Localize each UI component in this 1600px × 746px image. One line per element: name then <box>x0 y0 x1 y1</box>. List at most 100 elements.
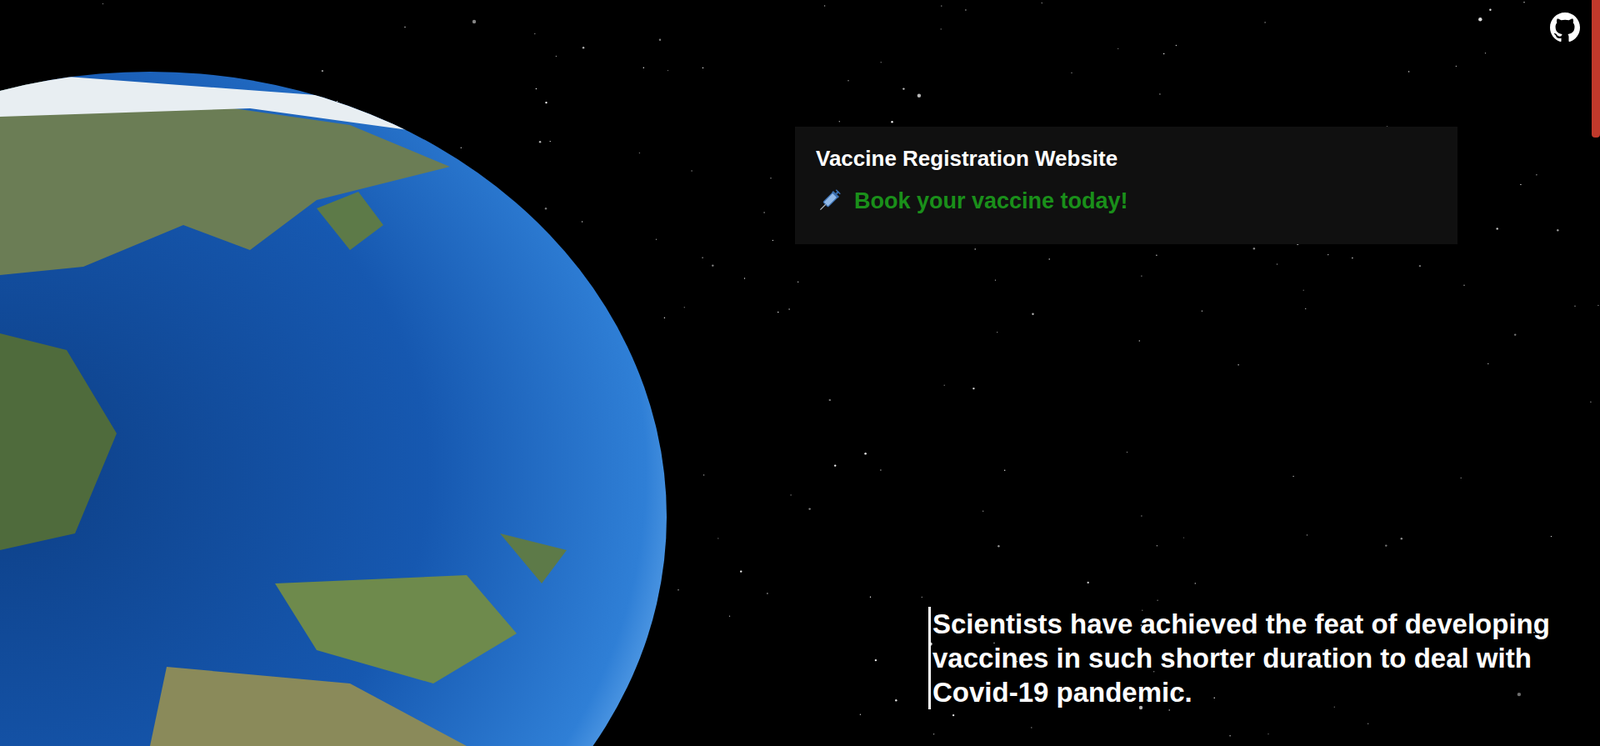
star <box>1264 21 1265 23</box>
star <box>1070 72 1072 74</box>
star <box>1489 9 1491 11</box>
tagline-box: Scientists have achieved the feat of dev… <box>928 606 1562 710</box>
star <box>1267 733 1269 735</box>
star <box>860 714 861 715</box>
star <box>1514 333 1516 335</box>
star <box>534 33 535 35</box>
star <box>460 147 462 149</box>
star <box>1140 515 1142 516</box>
star <box>535 88 537 90</box>
star <box>550 140 551 142</box>
star <box>1306 534 1308 535</box>
star <box>1535 174 1537 175</box>
star <box>1155 255 1157 256</box>
star <box>639 152 640 154</box>
star <box>772 240 774 241</box>
star <box>581 220 583 222</box>
star <box>1463 285 1465 286</box>
star <box>917 94 921 98</box>
star <box>875 659 877 661</box>
star <box>1351 257 1353 259</box>
star <box>1195 582 1196 584</box>
star <box>1408 70 1410 72</box>
star <box>404 26 405 28</box>
star <box>1455 65 1457 67</box>
star <box>1201 310 1203 311</box>
star <box>972 387 975 390</box>
star <box>1169 709 1170 710</box>
star <box>952 714 955 716</box>
star <box>788 308 790 310</box>
star <box>829 399 831 401</box>
star <box>1159 93 1160 95</box>
star <box>940 5 942 6</box>
star <box>655 239 657 240</box>
star <box>1478 17 1482 21</box>
star <box>995 279 996 280</box>
star <box>1163 53 1165 55</box>
star <box>902 87 905 90</box>
star <box>834 464 836 466</box>
star <box>880 469 881 470</box>
star <box>684 306 685 308</box>
card-title: Vaccine Registration Website <box>815 145 1437 173</box>
star <box>1419 265 1421 267</box>
earth-globe[interactable] <box>0 0 684 746</box>
star <box>702 67 704 69</box>
star <box>1496 227 1499 230</box>
star <box>711 264 714 266</box>
github-icon[interactable] <box>1550 12 1580 43</box>
star <box>1156 545 1158 546</box>
star <box>1517 692 1521 696</box>
star <box>1327 254 1329 255</box>
star <box>1303 290 1305 291</box>
star <box>808 507 810 510</box>
star <box>582 46 585 49</box>
star <box>839 120 840 122</box>
star <box>870 596 871 598</box>
star <box>1460 477 1462 479</box>
star <box>847 80 849 81</box>
star <box>659 39 661 41</box>
tagline: Scientists have achieved the feat of dev… <box>932 606 1562 710</box>
star <box>1126 451 1128 453</box>
star <box>1276 263 1278 265</box>
star <box>864 452 866 455</box>
star <box>982 510 984 512</box>
star <box>1214 697 1215 699</box>
star <box>763 211 765 213</box>
star <box>1305 308 1306 310</box>
star <box>770 177 771 179</box>
star <box>701 256 703 258</box>
star <box>1139 340 1140 341</box>
star <box>1597 305 1599 306</box>
star <box>539 140 541 143</box>
book-link-text[interactable]: Book your vaccine today! <box>854 184 1129 219</box>
star <box>777 311 779 313</box>
star <box>940 28 942 30</box>
star <box>1400 537 1403 540</box>
star <box>1292 475 1294 477</box>
star <box>1556 229 1559 231</box>
star <box>944 385 945 386</box>
star <box>740 570 742 572</box>
star <box>1049 258 1050 260</box>
star <box>555 55 557 57</box>
star <box>643 67 645 69</box>
star <box>1229 735 1230 736</box>
star <box>797 281 799 283</box>
star <box>1175 45 1177 46</box>
star <box>1156 600 1158 601</box>
star <box>1485 52 1486 54</box>
star <box>1367 723 1369 725</box>
scrollbar-thumb[interactable] <box>1591 0 1600 138</box>
star <box>996 331 998 333</box>
star <box>1004 470 1005 471</box>
star <box>921 596 923 598</box>
star <box>545 207 547 210</box>
star <box>1087 581 1090 584</box>
book-link[interactable]: Book your vaccine today! <box>815 184 1437 219</box>
star <box>667 70 669 71</box>
star <box>766 592 768 594</box>
syringe-icon <box>815 187 843 215</box>
